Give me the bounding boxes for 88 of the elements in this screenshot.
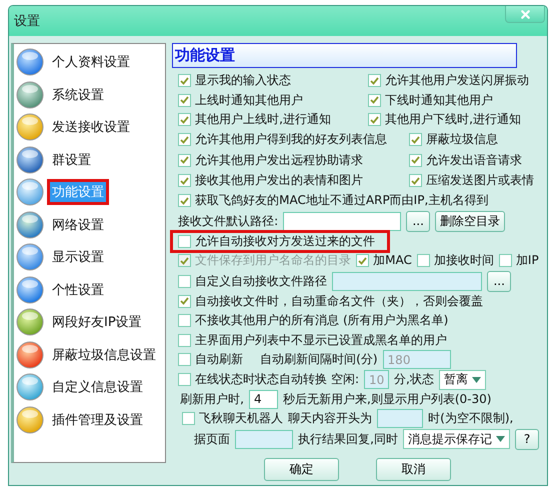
checkbox[interactable]: 加IP bbox=[498, 252, 539, 270]
check-icon bbox=[180, 156, 190, 164]
dialog-button[interactable]: 删除空目录 bbox=[435, 210, 506, 232]
section-heading: 功能设置 bbox=[172, 43, 518, 68]
sidebar-item[interactable]: 系统设置 bbox=[50, 84, 106, 105]
checkbox[interactable]: 显示我的输入状态 bbox=[178, 72, 364, 90]
check-icon bbox=[180, 96, 190, 104]
check-icon bbox=[180, 297, 190, 306]
input-field[interactable] bbox=[283, 212, 402, 230]
orb-icon bbox=[16, 373, 44, 402]
field-label: 据页面 bbox=[194, 430, 230, 448]
check-icon bbox=[411, 136, 420, 144]
checkbox[interactable]: 压缩发送图片或表情 bbox=[409, 172, 539, 190]
sidebar-item[interactable]: 屏蔽垃圾信息设置 bbox=[50, 344, 158, 365]
dropdown[interactable]: 暂离 bbox=[438, 370, 486, 390]
close-button[interactable] bbox=[505, 6, 545, 23]
checkbox[interactable]: 上线时通知其他用户 bbox=[178, 92, 364, 109]
dialog-button[interactable]: ... bbox=[487, 270, 512, 292]
checkbox[interactable]: 自定义自动接收文件路径 bbox=[178, 272, 328, 290]
checkbox[interactable]: 获取飞鸽好友的MAC地址不通过ARP而由IP,主机名得到 bbox=[178, 192, 488, 210]
dialog-button[interactable]: 确定 bbox=[264, 458, 340, 480]
orb-icon bbox=[16, 210, 44, 239]
check-icon bbox=[180, 76, 190, 85]
close-icon bbox=[518, 8, 532, 20]
checkbox[interactable]: 允许发出语音请求 bbox=[409, 152, 539, 169]
orb-icon bbox=[16, 308, 44, 336]
check-icon bbox=[180, 196, 190, 205]
field-label: 秒后无新用户来,则显示用户列表(0-30) bbox=[283, 390, 492, 408]
check-icon bbox=[411, 176, 420, 185]
checkbox[interactable]: 不接收其他用户的所有消息 (所有用户为黑名单) bbox=[178, 312, 448, 330]
check-icon bbox=[180, 176, 190, 185]
dialog-button[interactable]: ? bbox=[515, 428, 539, 450]
dropdown[interactable]: 消息提示保存记 bbox=[403, 429, 510, 449]
checkbox[interactable]: 主界面用户列表中不显示已设置成黑名单的用户 bbox=[178, 332, 448, 349]
sidebar-item[interactable]: 群设置 bbox=[50, 150, 93, 170]
check-icon bbox=[358, 256, 368, 265]
window-title: 设置 bbox=[14, 13, 40, 30]
sidebar-item[interactable]: 自定义信息设置 bbox=[50, 377, 145, 398]
checkbox[interactable]: 接收其他用户发出的表情和图片 bbox=[178, 172, 404, 190]
check-icon bbox=[180, 136, 190, 144]
checkbox[interactable]: 其他用户上线时,进行通知 bbox=[178, 111, 364, 128]
field-label: 执行结果回复,同时 bbox=[298, 430, 398, 448]
dialog-button[interactable]: ... bbox=[406, 210, 430, 232]
checkbox[interactable]: 下线时通知其他用户 bbox=[368, 92, 539, 109]
check-icon bbox=[180, 256, 190, 265]
orb-icon bbox=[16, 340, 44, 369]
field-label: 接收文件默认路径: bbox=[178, 212, 278, 230]
checkbox[interactable]: 允许其他用户得到我的好友列表信息 bbox=[178, 131, 404, 148]
check-icon bbox=[180, 116, 190, 124]
sidebar-item[interactable]: 网络设置 bbox=[50, 214, 106, 235]
orb-icon bbox=[16, 178, 44, 206]
orb-icon bbox=[16, 48, 44, 76]
sidebar-item[interactable]: 个人资料设置 bbox=[50, 52, 132, 72]
field-label: 聊天内容开头为 bbox=[288, 410, 372, 428]
field-label: 自动刷新间隔时间(分) bbox=[260, 351, 378, 368]
input-field[interactable]: 4 bbox=[249, 390, 278, 409]
checkbox[interactable]: 加接收时间 bbox=[416, 252, 494, 270]
orb-icon bbox=[16, 406, 44, 434]
dialog-button[interactable]: 取消 bbox=[376, 458, 452, 480]
check-icon bbox=[370, 96, 380, 104]
orb-icon bbox=[16, 146, 44, 174]
checkbox[interactable]: 允许其他用户发送闪屏振动 bbox=[368, 72, 539, 90]
checkbox[interactable]: 允许其他用户发出远程协助请求 bbox=[178, 152, 404, 169]
sidebar-item[interactable]: 显示设置 bbox=[50, 247, 106, 268]
caret-icon bbox=[496, 436, 505, 442]
checkbox[interactable]: 在线状态时状态自动转换 空闲: bbox=[178, 371, 360, 388]
check-icon bbox=[411, 156, 420, 164]
checkbox[interactable]: 其他用户下线时,进行通知 bbox=[368, 111, 539, 128]
orb-icon bbox=[16, 80, 44, 109]
checkbox[interactable]: 自动接收文件时，自动重命名文件（夹），否则会覆盖 bbox=[178, 292, 484, 310]
orb-icon bbox=[16, 113, 44, 142]
checkbox[interactable]: 加MAC bbox=[356, 252, 412, 270]
orb-icon bbox=[16, 243, 44, 272]
field-label: 分,状态 bbox=[394, 371, 434, 388]
field-label: 刷新用户时, bbox=[180, 390, 244, 408]
check-icon bbox=[370, 116, 380, 124]
caret-icon bbox=[472, 376, 481, 382]
field-label: 时(为空不限制), bbox=[428, 410, 514, 428]
checkbox[interactable]: 飞秋聊天机器人 bbox=[182, 410, 284, 428]
checkbox[interactable]: 自动刷新 bbox=[178, 351, 244, 368]
checkbox[interactable]: 允许自动接收对方发送过来的文件 bbox=[178, 232, 376, 250]
checkbox[interactable]: 屏蔽垃圾信息 bbox=[409, 131, 539, 148]
sidebar-item[interactable]: 发送接收设置 bbox=[50, 117, 132, 138]
orb-icon bbox=[16, 276, 44, 304]
sidebar-item[interactable]: 网段好友IP设置 bbox=[50, 312, 144, 332]
sidebar-item[interactable]: 个性设置 bbox=[50, 280, 106, 300]
check-icon bbox=[370, 76, 380, 85]
sidebar-item[interactable]: 插件管理及设置 bbox=[50, 410, 145, 430]
